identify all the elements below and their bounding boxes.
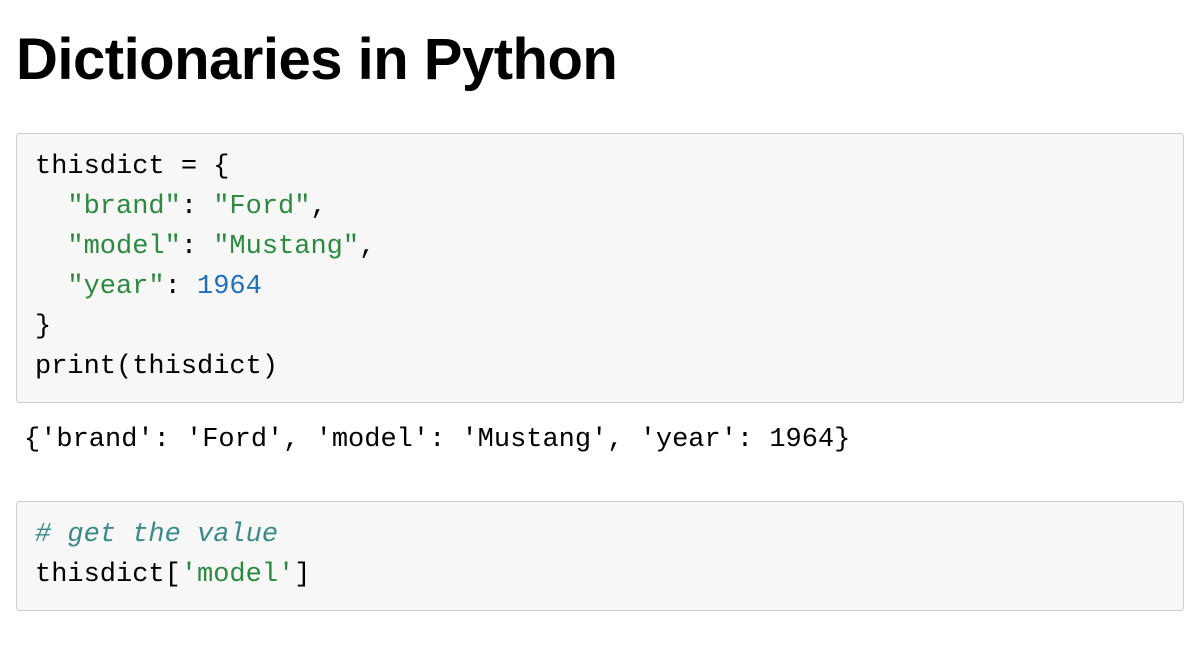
string-literal: 'model' — [181, 560, 294, 590]
dict-key: "brand" — [67, 192, 180, 222]
code-line: thisdict = { — [35, 152, 229, 182]
page-title: Dictionaries in Python — [16, 26, 1184, 93]
code-text: ] — [294, 560, 310, 590]
dict-key: "model" — [67, 232, 180, 262]
code-indent — [35, 272, 67, 302]
colon: : — [181, 232, 213, 262]
code-indent — [35, 232, 67, 262]
code-line: print(thisdict) — [35, 352, 278, 382]
code-cell-1: thisdict = { "brand": "Ford", "model": "… — [16, 133, 1184, 403]
dict-value: "Ford" — [213, 192, 310, 222]
code-indent — [35, 192, 67, 222]
comma: , — [359, 232, 375, 262]
code-line: } — [35, 312, 51, 342]
comma: , — [310, 192, 326, 222]
colon: : — [181, 192, 213, 222]
colon: : — [165, 272, 197, 302]
output-cell-1: {'brand': 'Ford', 'model': 'Mustang', 'y… — [24, 421, 1184, 461]
code-text: thisdict[ — [35, 560, 181, 590]
code-cell-2: # get the value thisdict['model'] — [16, 501, 1184, 611]
dict-value: "Mustang" — [213, 232, 359, 262]
dict-key: "year" — [67, 272, 164, 302]
code-comment: # get the value — [35, 520, 278, 550]
dict-value: 1964 — [197, 272, 262, 302]
